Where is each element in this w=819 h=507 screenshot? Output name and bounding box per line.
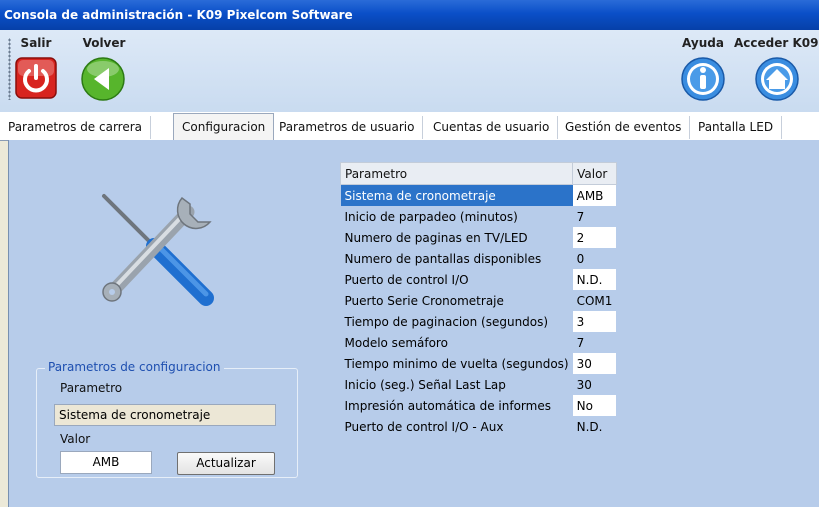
column-header-valor[interactable]: Valor (572, 162, 617, 185)
help-button[interactable]: Ayuda (680, 36, 726, 102)
tab-gestion-de-eventos[interactable]: Gestión de eventos (557, 116, 691, 139)
access-label: Acceder K09 (734, 36, 819, 50)
exit-label: Salir (20, 36, 52, 50)
param-value[interactable]: COM1 (572, 290, 617, 311)
toolbar: Salir Volver Ayuda Acceder K09 (0, 30, 819, 113)
back-button[interactable]: Volver (80, 36, 128, 102)
table-row[interactable]: Puerto Serie Cronometraje COM1 (340, 290, 617, 311)
param-name[interactable]: Tiempo de paginacion (segundos) (340, 311, 573, 332)
back-label: Volver (82, 36, 126, 50)
table-row[interactable]: Puerto de control I/O N.D. (340, 269, 617, 290)
home-icon (755, 57, 799, 101)
groupbox-title: Parametros de configuracion (45, 360, 224, 374)
param-name[interactable]: Puerto de control I/O - Aux (340, 416, 573, 437)
toolbar-grip[interactable] (8, 38, 11, 100)
param-name[interactable]: Inicio de parpadeo (minutos) (340, 206, 573, 227)
tab-strip: Parametros de carrera Configuracion Para… (0, 112, 819, 141)
param-value[interactable]: 3 (572, 311, 617, 332)
window-title: Consola de administración - K09 Pixelcom… (4, 8, 353, 22)
param-value[interactable]: 30 (572, 353, 617, 374)
param-value[interactable]: N.D. (572, 416, 617, 437)
table-row[interactable]: Numero de paginas en TV/LED 2 (340, 227, 617, 248)
column-header-parametro[interactable]: Parametro (339, 162, 574, 185)
table-row[interactable]: Tiempo de paginacion (segundos) 3 (340, 311, 617, 332)
param-name[interactable]: Numero de pantallas disponibles (340, 248, 573, 269)
param-value[interactable]: 7 (572, 332, 617, 353)
info-icon (681, 57, 725, 101)
tab-cuentas-de-usuario[interactable]: Cuentas de usuario (425, 116, 559, 139)
param-value[interactable]: 7 (572, 206, 617, 227)
param-name[interactable]: Sistema de cronometraje (340, 184, 573, 206)
param-value[interactable]: 2 (572, 227, 617, 248)
tab-parametros-de-carrera[interactable]: Parametros de carrera (0, 116, 152, 139)
param-value[interactable]: AMB (572, 184, 617, 206)
grid-header: Parametro Valor (339, 162, 617, 185)
value-label: Valor (60, 432, 91, 446)
tab-parametros-de-usuario[interactable]: Parametros de usuario (271, 116, 424, 139)
table-row[interactable]: Impresión automática de informes No (340, 395, 617, 416)
param-name[interactable]: Inicio (seg.) Señal Last Lap (340, 374, 573, 395)
param-label: Parametro (60, 381, 123, 395)
tools-icon (102, 194, 214, 306)
power-icon (15, 57, 57, 99)
param-name[interactable]: Puerto Serie Cronometraje (340, 290, 573, 311)
param-field[interactable]: Sistema de cronometraje (54, 404, 276, 426)
param-value[interactable]: N.D. (572, 269, 617, 290)
back-arrow-icon (81, 57, 125, 101)
parameters-grid: Parametro Valor Sistema de cronometraje … (339, 162, 617, 437)
table-row[interactable]: Numero de pantallas disponibles 0 (340, 248, 617, 269)
title-bar: Consola de administración - K09 Pixelcom… (0, 0, 819, 30)
tab-pantalla-led[interactable]: Pantalla LED (690, 116, 783, 139)
param-name[interactable]: Modelo semáforo (340, 332, 573, 353)
table-row[interactable]: Puerto de control I/O - Aux N.D. (340, 416, 617, 437)
param-name[interactable]: Tiempo minimo de vuelta (segundos) (340, 353, 573, 374)
admin-window: Consola de administración - K09 Pixelcom… (0, 0, 819, 507)
param-name[interactable]: Impresión automática de informes (340, 395, 573, 416)
help-label: Ayuda (682, 36, 724, 50)
param-value[interactable]: No (572, 395, 617, 416)
access-k09-button[interactable]: Acceder K09 (734, 36, 819, 102)
value-input[interactable]: AMB (60, 451, 152, 474)
param-value[interactable]: 30 (572, 374, 617, 395)
param-name[interactable]: Numero de paginas en TV/LED (340, 227, 573, 248)
param-value[interactable]: 0 (572, 248, 617, 269)
table-row[interactable]: Modelo semáforo 7 (340, 332, 617, 353)
table-row[interactable]: Tiempo minimo de vuelta (segundos) 30 (340, 353, 617, 374)
table-row[interactable]: Inicio (seg.) Señal Last Lap 30 (340, 374, 617, 395)
table-row[interactable]: Inicio de parpadeo (minutos) 7 (340, 206, 617, 227)
tab-configuracion[interactable]: Configuracion (173, 113, 275, 141)
param-name[interactable]: Puerto de control I/O (340, 269, 573, 290)
table-row[interactable]: Sistema de cronometraje AMB (340, 184, 617, 206)
exit-button[interactable]: Salir (14, 36, 58, 100)
update-button[interactable]: Actualizar (177, 452, 275, 475)
